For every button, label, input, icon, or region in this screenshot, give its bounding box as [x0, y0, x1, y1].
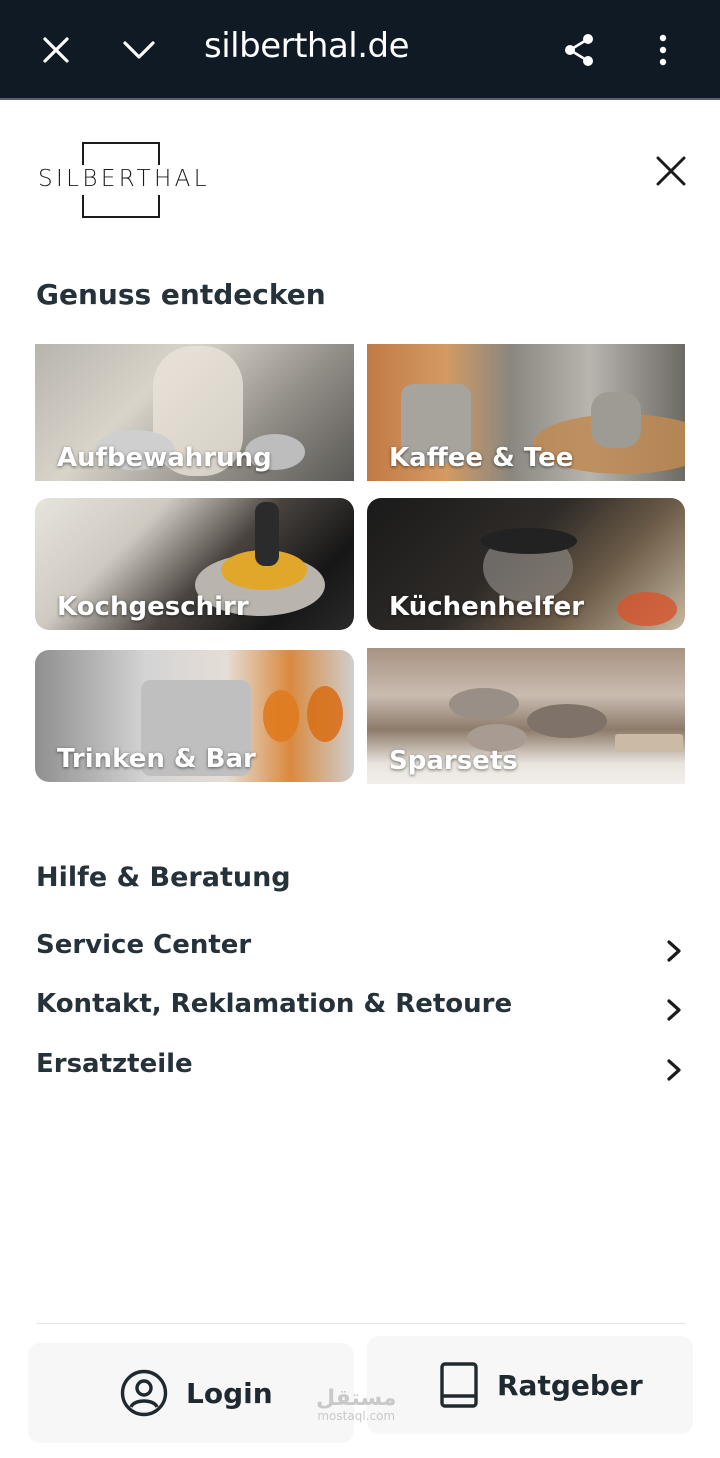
- close-tab-button[interactable]: [31, 25, 81, 75]
- close-icon: [43, 37, 69, 63]
- category-label: Kaffee & Tee: [389, 443, 574, 473]
- category-label: Trinken & Bar: [57, 744, 256, 774]
- url-text[interactable]: silberthal.de: [204, 26, 410, 66]
- share-button[interactable]: [554, 25, 604, 75]
- close-icon: [656, 156, 686, 186]
- category-tile-kochgeschirr[interactable]: Kochgeschirr: [35, 498, 354, 630]
- close-menu-button[interactable]: [650, 150, 692, 192]
- silberthal-logo[interactable]: SILBERTHAL: [34, 142, 214, 220]
- discover-title: Genuss entdecken: [36, 278, 326, 311]
- collapse-button[interactable]: [114, 25, 164, 75]
- logo-text: SILBERTHAL: [38, 166, 210, 192]
- login-button[interactable]: Login: [28, 1343, 354, 1443]
- browser-toolbar: silberthal.de: [0, 0, 720, 100]
- watermark-arabic: مستقل: [316, 1386, 397, 1411]
- category-tile-kuechenhelfer[interactable]: Küchenhelfer: [367, 498, 685, 630]
- chevron-down-icon: [123, 41, 155, 59]
- login-label: Login: [186, 1376, 273, 1410]
- help-item-label: Service Center: [36, 930, 252, 960]
- watermark-latin: mostaql.com: [317, 1409, 396, 1423]
- category-label: Küchenhelfer: [389, 592, 585, 622]
- ratgeber-button[interactable]: Ratgeber: [367, 1336, 693, 1434]
- more-options-button[interactable]: [638, 25, 688, 75]
- category-label: Aufbewahrung: [57, 443, 272, 473]
- more-vertical-icon: [659, 34, 667, 66]
- category-tile-trinken-bar[interactable]: Trinken & Bar: [35, 650, 354, 782]
- user-icon: [120, 1369, 168, 1417]
- chevron-right-icon: [662, 1053, 686, 1087]
- category-tile-sparsets[interactable]: Sparsets: [367, 648, 685, 784]
- help-item-label: Kontakt, Reklamation & Retoure: [36, 989, 513, 1019]
- divider: [36, 1323, 686, 1324]
- help-item-ersatzteile[interactable]: Ersatzteile: [36, 1049, 686, 1093]
- category-tile-kaffee-tee[interactable]: Kaffee & Tee: [367, 344, 685, 481]
- help-item-service-center[interactable]: Service Center: [36, 930, 686, 974]
- share-icon: [565, 34, 593, 66]
- help-item-kontakt[interactable]: Kontakt, Reklamation & Retoure: [36, 989, 686, 1033]
- help-title: Hilfe & Beratung: [36, 862, 291, 893]
- help-item-label: Ersatzteile: [36, 1049, 193, 1079]
- category-tile-aufbewahrung[interactable]: Aufbewahrung: [35, 344, 354, 481]
- ratgeber-label: Ratgeber: [497, 1368, 643, 1402]
- category-label: Kochgeschirr: [57, 592, 249, 622]
- chevron-right-icon: [662, 934, 686, 968]
- book-icon: [440, 1362, 478, 1408]
- category-label: Sparsets: [389, 746, 518, 776]
- chevron-right-icon: [662, 993, 686, 1027]
- mostaql-watermark: مستقل mostaql.com: [316, 1386, 396, 1423]
